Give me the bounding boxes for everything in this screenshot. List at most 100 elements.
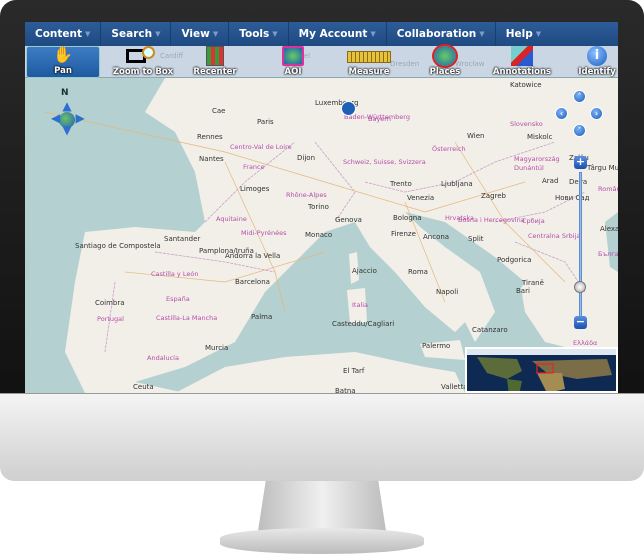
aoi-globe-icon [282,46,304,66]
annotations-tool-button[interactable]: Annotations [492,46,552,78]
tool-label: AOI [284,67,302,77]
city-label: Valletta [441,383,468,391]
menu-content[interactable]: Content ▼ [25,22,102,46]
city-label: Ancona [423,233,450,241]
city-label: Ajaccio [352,267,377,275]
chevron-down-icon: ▼ [479,30,485,38]
city-label: Firenze [391,230,416,238]
info-icon: i [587,46,607,66]
zoom-slider-track[interactable] [579,172,582,320]
tool-label: Measure [348,67,390,77]
monitor-stand-neck [258,481,386,531]
zoom-slider-thumb[interactable] [574,281,586,293]
city-label: El Tarf [343,367,365,375]
monitor-chin [0,393,644,481]
map-marker-icon[interactable] [341,101,356,116]
identify-tool-button[interactable]: i Identify [577,46,617,78]
annotations-shapes-icon [511,46,533,66]
aoi-tool-button[interactable]: AOI [275,46,311,78]
menu-label: My Account [298,28,368,40]
city-label: Ljubljana [441,180,473,188]
city-label: Katowice [510,81,542,89]
pan-up-button[interactable]: ˄ [573,90,586,103]
city-label: Târgu Mureș [587,164,618,172]
region-label: România [598,185,618,193]
city-label: Venezia [407,194,435,202]
city-label: Zagreb [481,192,507,200]
monitor-stand-base [220,528,424,554]
city-label: Palma [251,313,273,321]
compass-north-label: N [61,88,69,98]
city-label: Nantes [199,155,224,163]
region-label: Aquitaine [216,215,247,223]
measure-tool-button[interactable]: Measure [341,46,397,78]
pan-left-button[interactable]: ‹ [555,107,568,120]
zoom-box-magnifier-icon [126,46,160,66]
region-label: Castilla y León [151,270,199,278]
city-label: Palermo [422,342,451,350]
city-label: Cae [212,107,226,115]
city-label: Torino [308,203,329,211]
menu-label: Help [505,28,533,40]
city-label: Coimbra [95,299,125,307]
city-label: Barcelona [235,278,270,286]
zoom-out-button[interactable]: − [574,316,587,329]
map-application: CardiffMiddelDresdenWrocławKatowiceCaePa… [25,22,618,393]
overview-minimap[interactable] [465,347,618,393]
menu-my-account[interactable]: My Account ▼ [289,22,387,46]
chevron-down-icon: ▼ [272,30,278,38]
city-label: Santander [164,235,201,243]
menu-label: Collaboration [396,28,477,40]
menu-help[interactable]: Help ▼ [496,22,551,46]
region-label: Castilla-La Mancha [156,314,218,322]
tool-label: Annotations [492,67,552,77]
city-label: Santiago de Compostela [75,242,161,250]
region-label: Magyarország [514,155,560,163]
menu-search[interactable]: Search ▼ [101,22,172,46]
menu-view[interactable]: View ▼ [171,22,230,46]
menu-label: Tools [239,28,270,40]
pan-down-button[interactable]: ˅ [573,124,586,137]
city-label: Casteddu/Cagliari [332,320,395,328]
city-label: Murcia [205,344,229,352]
city-label: Genova [335,216,362,224]
tool-label: Pan [54,66,72,76]
compass-pan-control[interactable]: N ▲ ◀ ▶ ▼ [49,88,85,144]
tool-label: Places [429,67,461,77]
pan-tool-button[interactable]: ✋ Pan [26,45,100,78]
region-label: Baden-Württemberg [344,113,410,121]
city-label: Miskolc [527,133,553,141]
menu-collaboration[interactable]: Collaboration ▼ [387,22,496,46]
city-label: Arad [542,177,559,185]
region-label: Slovensko [510,120,543,128]
chevron-down-icon: ▼ [535,30,542,38]
city-label: Roma [408,268,428,276]
region-label: България [598,250,618,258]
recenter-tool-button[interactable]: Recenter [190,46,240,78]
region-label: Schweiz, Suisse, Svizzera [343,158,426,166]
city-label: Bari [516,287,530,295]
city-label: Napoli [436,288,459,296]
chevron-down-icon: ▼ [155,30,161,38]
region-label: Rhône-Alpes [286,191,327,199]
tool-label: Recenter [193,67,237,77]
chevron-down-icon: ▼ [370,30,376,38]
tool-label: Zoom to Box [112,67,174,77]
region-label: Italia [352,301,369,309]
zoom-to-box-tool-button[interactable]: Zoom to Box [111,46,175,78]
city-label: Нови Сад [555,194,590,202]
chevron-down-icon: ▼ [85,30,91,38]
city-label: Trento [390,180,412,188]
pan-right-button[interactable]: › [590,107,603,120]
region-label: España [166,295,190,303]
city-label: Limoges [240,185,270,193]
city-label: Bologna [393,214,422,222]
zoom-in-button[interactable]: + [574,156,587,169]
city-label: Dijon [297,154,315,162]
city-label: Batna [335,387,356,393]
city-label: Catanzaro [472,326,508,334]
menu-tools[interactable]: Tools ▼ [229,22,289,46]
region-label: Centralna Srbija [528,232,581,240]
places-globe-icon [432,44,458,68]
places-tool-button[interactable]: Places [425,44,465,78]
